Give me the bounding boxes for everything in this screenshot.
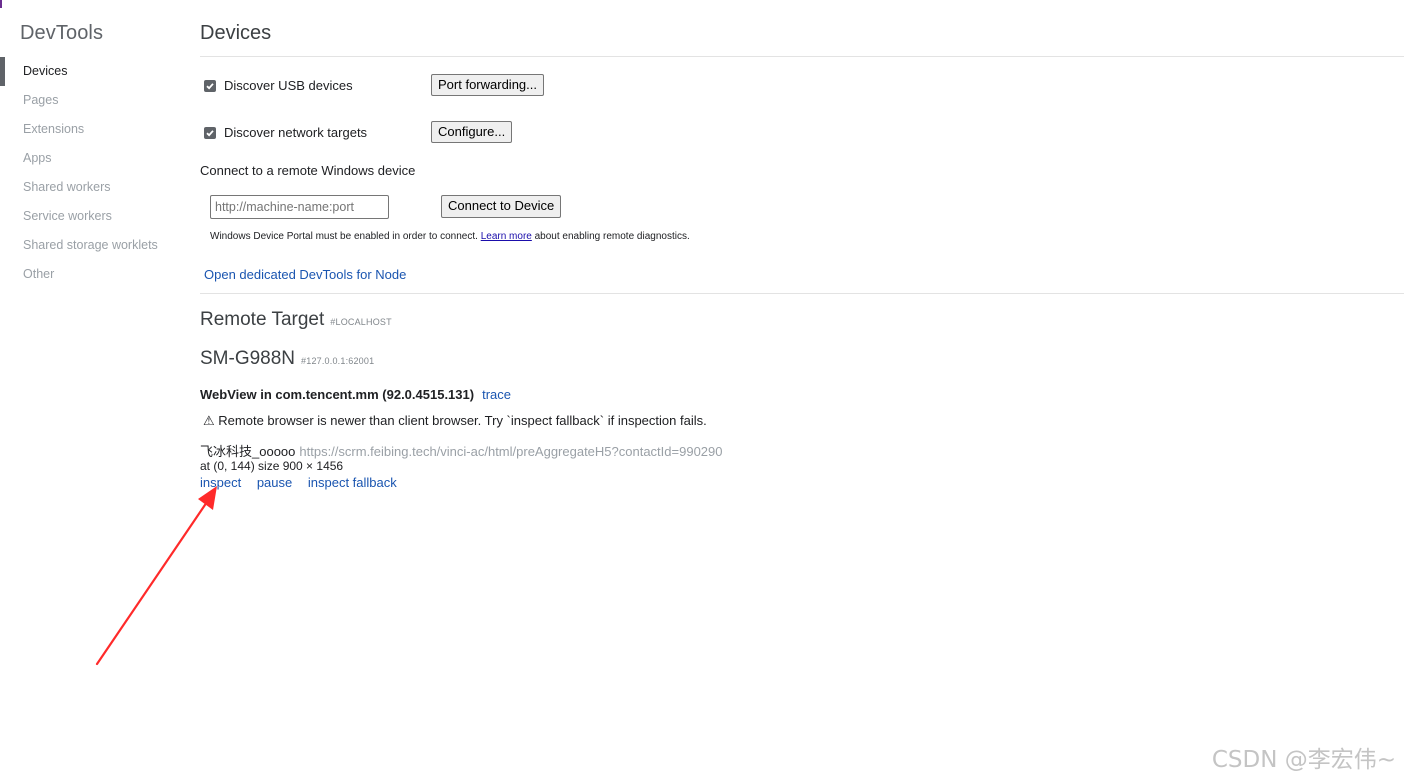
webview-heading: WebView in com.tencent.mm (92.0.4515.131… [200,387,511,402]
device-heading: SM-G988N #127.0.0.1:62001 [200,348,374,370]
remote-target-tag: #LOCALHOST [330,317,392,327]
warning-text: Remote browser is newer than client brow… [218,413,707,428]
divider [200,56,1404,57]
remote-target-heading: Remote Target #LOCALHOST [200,309,392,331]
sidebar-item-shared-storage-worklets[interactable]: Shared storage worklets [0,231,180,260]
portal-note-prefix: Windows Device Portal must be enabled in… [210,231,478,242]
portal-note: Windows Device Portal must be enabled in… [210,231,690,242]
main-content: Devices Discover USB devices Port forwar… [200,0,1404,784]
version-warning: ⚠ Remote browser is newer than client br… [203,413,707,429]
discover-network-checkbox[interactable] [204,126,216,139]
target-page-title: 飞冰科技_ooooo [200,444,296,459]
target-page: 飞冰科技_ooooo https://scrm.feibing.tech/vinc… [200,441,723,460]
remote-address-input[interactable]: http://machine-name:port [210,195,389,219]
device-name: SM-G988N [200,348,296,369]
checkmark-icon [206,82,214,89]
sidebar-item-apps[interactable]: Apps [0,144,180,173]
discover-usb-label: Discover USB devices [224,78,353,93]
checkmark-icon [206,129,214,136]
page-title: Devices [200,22,272,44]
sidebar-nav: Devices Pages Extensions Apps Shared wor… [0,57,180,289]
target-page-position: at (0, 144) size 900 × 1456 [200,459,344,473]
connect-to-device-button[interactable]: Connect to Device [441,195,562,218]
warning-icon: ⚠ [203,413,215,428]
open-node-devtools-link[interactable]: Open dedicated DevTools for Node [204,267,406,282]
inspect-fallback-link[interactable]: inspect fallback [308,475,397,490]
sidebar-item-pages[interactable]: Pages [0,86,180,115]
sidebar-item-service-workers[interactable]: Service workers [0,202,180,231]
discover-network-row: Discover network targets [204,125,367,140]
sidebar-item-shared-workers[interactable]: Shared workers [0,173,180,202]
sidebar-title: DevTools [20,22,104,44]
target-actions: inspect pause inspect fallback [200,475,409,490]
discover-usb-row: Discover USB devices [204,78,353,93]
remote-target-title: Remote Target [200,309,325,330]
sidebar: DevTools Devices Pages Extensions Apps S… [0,0,180,784]
portal-note-suffix: about enabling remote diagnostics. [534,231,690,242]
webview-label: WebView in com.tencent.mm (92.0.4515.131… [200,387,475,402]
sidebar-item-devices[interactable]: Devices [0,57,180,86]
device-address-tag: #127.0.0.1:62001 [301,356,375,366]
watermark: CSDN @李宏伟~ [1211,747,1396,773]
inspect-link[interactable]: inspect [200,475,241,490]
configure-button[interactable]: Configure... [431,121,513,143]
discover-network-label: Discover network targets [224,125,368,140]
discover-usb-checkbox[interactable] [204,79,216,92]
target-page-url: https://scrm.feibing.tech/vinci-ac/html/… [299,444,723,459]
divider [200,293,1404,294]
pause-link[interactable]: pause [257,475,292,490]
remote-windows-label: Connect to a remote Windows device [200,163,416,178]
learn-more-link[interactable]: Learn more [481,231,532,242]
trace-link[interactable]: trace [482,387,511,402]
sidebar-item-other[interactable]: Other [0,260,180,289]
sidebar-item-extensions[interactable]: Extensions [0,115,180,144]
port-forwarding-button[interactable]: Port forwarding... [431,74,544,96]
